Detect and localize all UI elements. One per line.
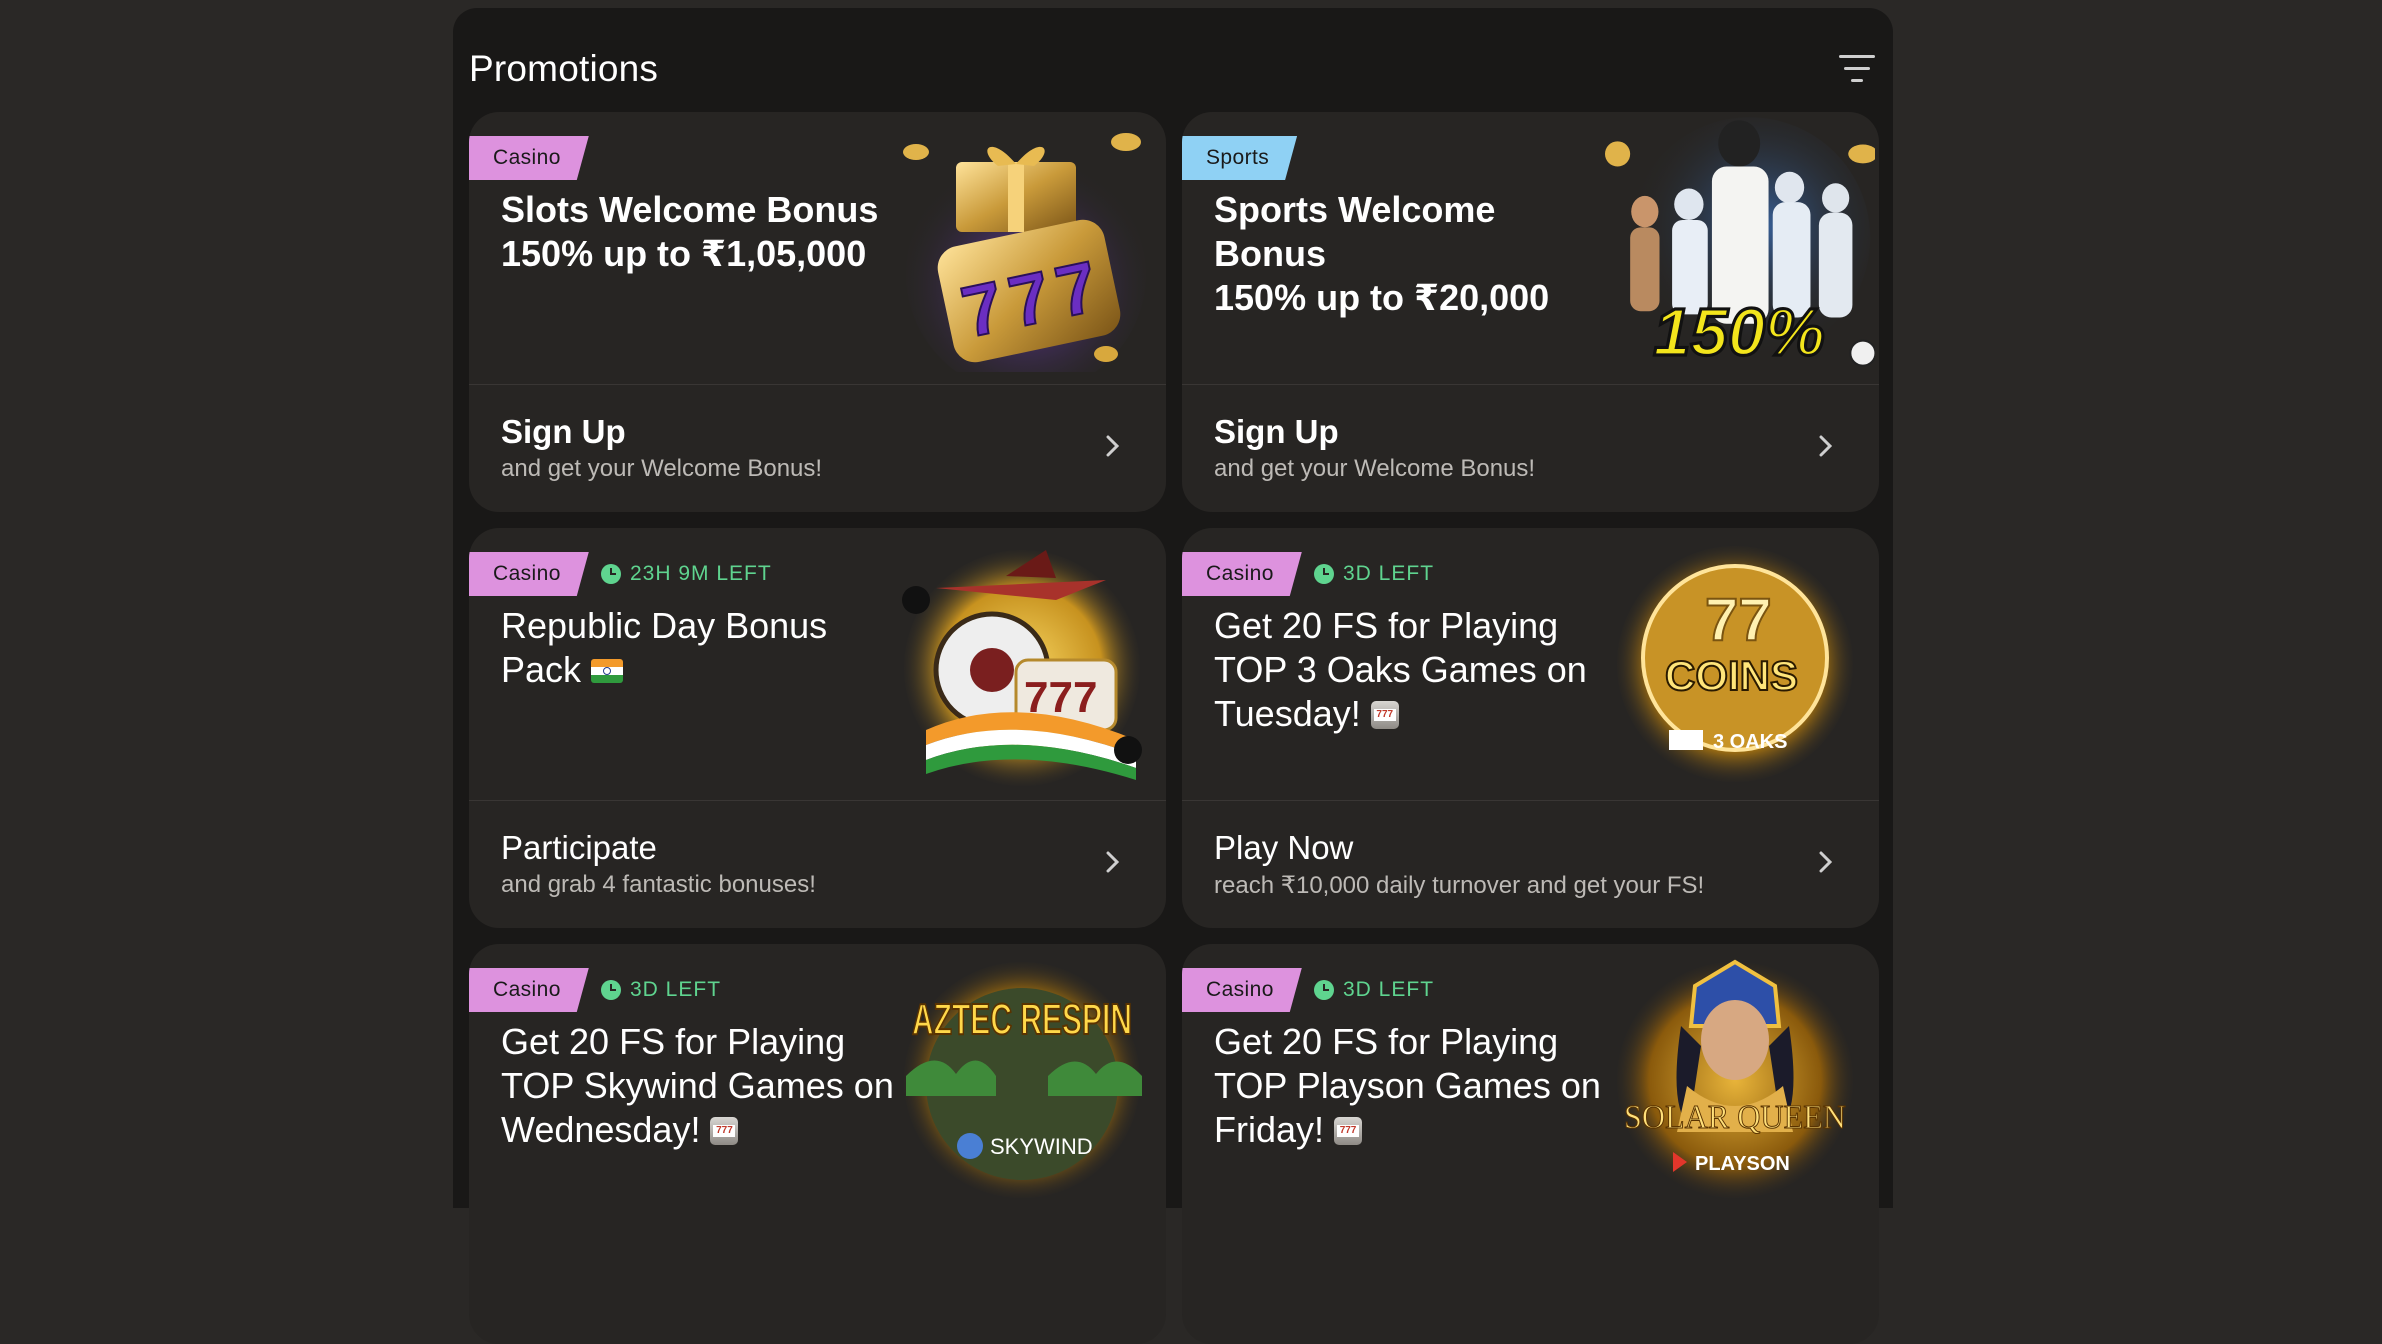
category-tag: Casino xyxy=(1182,552,1302,596)
svg-text:AZTEC RESPIN: AZTEC RESPIN xyxy=(912,995,1132,1044)
filter-icon[interactable] xyxy=(1837,50,1877,86)
category-tag: Casino xyxy=(469,968,589,1012)
title-text: Get 20 FS for Playing TOP Skywind Games … xyxy=(501,1021,894,1150)
title-line: Sports Welcome Bonus xyxy=(1214,189,1496,274)
india-flag-icon xyxy=(591,659,624,683)
svg-text:77: 77 xyxy=(1705,586,1772,653)
slot-machine-icon xyxy=(1334,1117,1363,1145)
promo-card-sports-welcome[interactable]: Sports Sports Welcome Bonus 150% up to ₹… xyxy=(1182,112,1879,512)
card-cta[interactable]: Play Now reach ₹10,000 daily turnover an… xyxy=(1182,801,1879,928)
aztec-respin-logo: AZTEC RESPIN SKYWIND xyxy=(904,962,1142,1198)
promo-card-3-oaks-tuesday[interactable]: Casino 3D LEFT Get 20 FS for Playing TOP… xyxy=(1182,528,1879,928)
card-header: Casino 3D LEFT Get 20 FS for Playing TOP… xyxy=(469,944,1166,1216)
title-line: 150% up to ₹1,05,000 xyxy=(501,233,867,274)
timer: 23H 9M LEFT xyxy=(601,552,772,596)
svg-text:3 OAKS: 3 OAKS xyxy=(1713,731,1787,753)
cta-title: Participate xyxy=(501,829,657,866)
cta-subtitle: reach ₹10,000 daily turnover and get you… xyxy=(1214,872,1705,899)
card-header: Casino Slots Welcome Bonus 150% up to ₹1… xyxy=(469,112,1166,384)
card-title: Get 20 FS for Playing TOP Playson Games … xyxy=(1214,1020,1614,1152)
card-cta[interactable]: Sign Up and get your Welcome Bonus! xyxy=(469,385,1166,512)
slot-machine-icon xyxy=(710,1117,739,1145)
card-title: Get 20 FS for Playing TOP Skywind Games … xyxy=(501,1020,901,1152)
chevron-right-icon[interactable] xyxy=(1106,851,1120,873)
chevron-right-icon[interactable] xyxy=(1819,435,1833,457)
category-tag: Sports xyxy=(1182,136,1297,180)
promotions-panel: Promotions Casino Slots Welcome Bonus 15… xyxy=(453,8,1893,1344)
promo-card-skywind-wednesday[interactable]: Casino 3D LEFT Get 20 FS for Playing TOP… xyxy=(469,944,1166,1344)
timer-text: 23H 9M LEFT xyxy=(630,562,772,585)
chevron-right-icon[interactable] xyxy=(1819,851,1833,873)
cta-title: Play Now xyxy=(1214,829,1354,866)
title-line: 150% up to ₹20,000 xyxy=(1214,277,1550,318)
card-header: Casino 23H 9M LEFT Republic Day Bonus Pa… xyxy=(469,528,1166,800)
athletes-illustration: 150% xyxy=(1605,117,1875,372)
clock-icon xyxy=(1314,980,1334,1000)
promo-card-slots-welcome[interactable]: Casino Slots Welcome Bonus 150% up to ₹1… xyxy=(469,112,1166,512)
cta-subtitle: and grab 4 fantastic bonuses! xyxy=(501,871,816,898)
category-tag: Casino xyxy=(469,552,589,596)
chevron-right-icon[interactable] xyxy=(1106,435,1120,457)
clock-icon xyxy=(1314,564,1334,584)
title-text: Get 20 FS for Playing TOP Playson Games … xyxy=(1214,1021,1601,1150)
promo-card-playson-friday[interactable]: Casino 3D LEFT Get 20 FS for Playing TOP… xyxy=(1182,944,1879,1344)
republic-day-illustration: 777 xyxy=(902,550,1142,786)
slots-gift-illustration: 777 xyxy=(903,133,1146,372)
coins-3-oaks-logo: 77 COINS 3 OAKS xyxy=(1617,546,1853,782)
card-cta[interactable]: Sign Up and get your Welcome Bonus! xyxy=(1182,385,1879,512)
svg-text:150%: 150% xyxy=(1653,295,1825,370)
category-tag: Casino xyxy=(1182,968,1302,1012)
title-text: Get 20 FS for Playing TOP 3 Oaks Games o… xyxy=(1214,605,1587,734)
card-header: Sports Sports Welcome Bonus 150% up to ₹… xyxy=(1182,112,1879,384)
card-title: Sports Welcome Bonus 150% up to ₹20,000 xyxy=(1214,188,1614,320)
card-title: Republic Day Bonus Pack xyxy=(501,604,901,692)
cta-title: Sign Up xyxy=(501,413,626,450)
solar-queen-logo: SOLAR QUEEN PLAYSON xyxy=(1617,959,1853,1198)
timer-text: 3D LEFT xyxy=(1343,978,1435,1001)
card-title: Get 20 FS for Playing TOP 3 Oaks Games o… xyxy=(1214,604,1614,736)
timer: 3D LEFT xyxy=(1314,968,1434,1012)
category-tag: Casino xyxy=(469,136,589,180)
promo-card-republic-day[interactable]: Casino 23H 9M LEFT Republic Day Bonus Pa… xyxy=(469,528,1166,928)
clock-icon xyxy=(601,564,621,584)
card-header: Casino 3D LEFT Get 20 FS for Playing TOP… xyxy=(1182,528,1879,800)
svg-text:PLAYSON: PLAYSON xyxy=(1695,1153,1790,1175)
timer: 3D LEFT xyxy=(1314,552,1434,596)
card-title: Slots Welcome Bonus 150% up to ₹1,05,000 xyxy=(501,188,901,276)
card-header: Casino 3D LEFT Get 20 FS for Playing TOP… xyxy=(1182,944,1879,1216)
page-title: Promotions xyxy=(469,48,659,89)
svg-text:SOLAR QUEEN: SOLAR QUEEN xyxy=(1624,1099,1846,1136)
timer-text: 3D LEFT xyxy=(630,978,722,1001)
slot-machine-icon xyxy=(1370,701,1399,729)
timer: 3D LEFT xyxy=(601,968,721,1012)
cta-subtitle: and get your Welcome Bonus! xyxy=(1214,455,1536,482)
cta-title: Sign Up xyxy=(1214,413,1339,450)
panel-header: Promotions xyxy=(469,36,1877,106)
svg-text:COINS: COINS xyxy=(1665,652,1798,699)
svg-text:SKYWIND: SKYWIND xyxy=(990,1134,1093,1159)
card-cta[interactable]: Participate and grab 4 fantastic bonuses… xyxy=(469,801,1166,928)
title-line: Slots Welcome Bonus xyxy=(501,189,879,230)
clock-icon xyxy=(601,980,621,1000)
title-text: Republic Day Bonus Pack xyxy=(501,605,828,690)
timer-text: 3D LEFT xyxy=(1343,562,1435,585)
cta-subtitle: and get your Welcome Bonus! xyxy=(501,455,823,482)
